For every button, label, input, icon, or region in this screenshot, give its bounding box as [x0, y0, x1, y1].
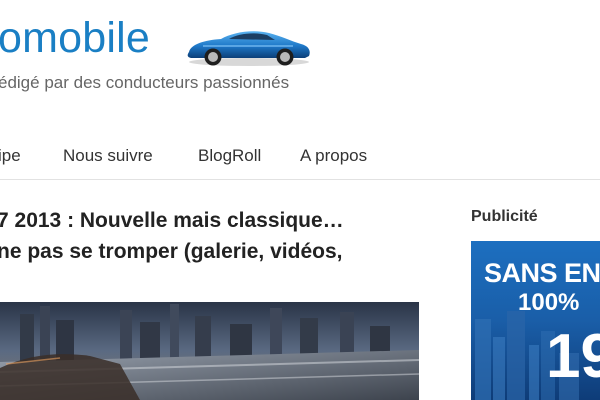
nav-item-a-propos[interactable]: A propos: [300, 146, 367, 166]
article-featured-image[interactable]: [0, 302, 419, 400]
sports-car-icon[interactable]: [183, 24, 315, 68]
ad-headline: SANS EN: [484, 258, 600, 288]
article-title-line-2[interactable]: ne pas se tromper (galerie, vidéos,: [0, 236, 397, 267]
ad-banner[interactable]: SANS EN 100% 19: [471, 241, 600, 400]
nav-item-nous-suivre[interactable]: Nous suivre: [63, 146, 153, 166]
nav-divider: [0, 179, 600, 180]
nav-item-equipe[interactable]: ipe: [0, 146, 21, 166]
ad-percent: 100%: [518, 289, 580, 316]
ad-big-number: 19: [546, 322, 600, 391]
site-tagline: édigé par des conducteurs passionnés: [0, 73, 290, 92]
article-title[interactable]: 7 2013 : Nouvelle mais classique… ne pas…: [0, 205, 397, 267]
main-navigation: ipe Nous suivre BlogRoll A propos: [0, 144, 600, 180]
site-logo-text[interactable]: omobile: [0, 14, 150, 63]
article-title-line-1[interactable]: 7 2013 : Nouvelle mais classique…: [0, 205, 397, 236]
nav-item-blogroll[interactable]: BlogRoll: [198, 146, 261, 166]
sidebar-heading-publicite: Publicité: [471, 208, 538, 225]
